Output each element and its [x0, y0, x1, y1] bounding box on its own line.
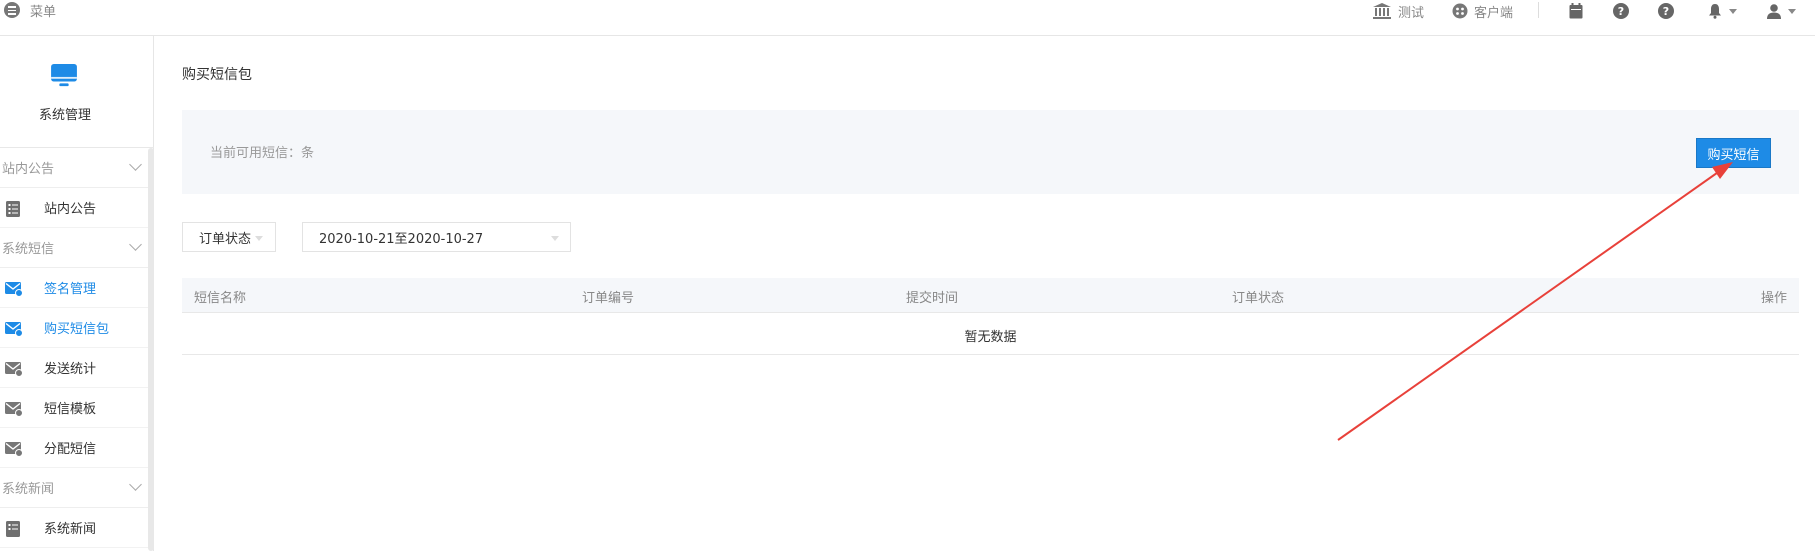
table-header: 短信名称 订单编号 提交时间 订单状态 操作 — [182, 278, 1799, 313]
client-link-label: 客户端 — [1474, 5, 1514, 21]
chevron-down-icon — [129, 158, 142, 171]
help-icon: ? — [1658, 3, 1674, 19]
sidebar-item-buy-sms[interactable]: 购买短信包 — [0, 308, 148, 348]
topbar-divider — [1538, 2, 1539, 18]
user-icon — [1767, 4, 1781, 19]
mail-icon — [5, 402, 23, 417]
column-header: 订单状态 — [1232, 291, 1285, 306]
column-header: 短信名称 — [194, 291, 247, 306]
column-header: 提交时间 — [906, 291, 959, 306]
balance-panel: 当前可用短信：条 购买短信 — [182, 110, 1799, 194]
mail-icon — [5, 282, 23, 297]
page-title: 购买短信包 — [182, 67, 252, 83]
top-bar: 菜单 测试 客户端 ? ? — [0, 0, 1815, 36]
help-button-2[interactable]: ? — [1658, 0, 1674, 22]
sidebar-item-label: 站内公告 — [44, 202, 97, 217]
sidebar-item-label: 签名管理 — [44, 282, 97, 297]
group-title: 系统新闻 — [2, 482, 55, 497]
date-range-picker[interactable]: 2020-10-21至2020-10-27 — [302, 222, 571, 252]
chevron-down-icon — [1729, 8, 1737, 14]
chevron-down-icon — [129, 478, 142, 491]
group-title: 系统短信 — [2, 242, 55, 257]
tenant-test-label: 测试 — [1398, 5, 1425, 21]
help-icon: ? — [1613, 3, 1629, 19]
mail-icon — [5, 362, 23, 377]
calendar-button[interactable] — [1569, 0, 1583, 22]
group-system-news[interactable]: 系统新闻 — [0, 468, 148, 508]
available-sms-text: 当前可用短信：条 — [210, 146, 315, 161]
sidebar-item-label: 系统新闻 — [44, 522, 97, 537]
client-icon — [1452, 3, 1468, 19]
bell-icon — [1709, 4, 1721, 19]
sidebar-item-send-stats[interactable]: 发送统计 — [0, 348, 148, 388]
tenant-test[interactable]: 测试 — [1372, 0, 1424, 22]
menu-toggle[interactable]: 菜单 — [4, 1, 57, 20]
sidebar-item-label: 短信模板 — [44, 402, 97, 417]
user-menu-button[interactable] — [1766, 0, 1796, 22]
sidebar-item-sms-template[interactable]: 短信模板 — [0, 388, 148, 428]
help-button-1[interactable]: ? — [1613, 0, 1629, 22]
order-status-select[interactable]: 订单状态 — [182, 222, 276, 252]
sidebar-item-allocate-sms[interactable]: 分配短信 — [0, 428, 148, 468]
chevron-down-icon — [1788, 8, 1796, 14]
table-empty-row: 暂无数据 — [182, 313, 1799, 355]
group-system-sms[interactable]: 系统短信 — [0, 228, 148, 268]
chevron-down-icon — [255, 236, 263, 241]
mail-icon — [5, 322, 23, 337]
empty-state-text: 暂无数据 — [964, 330, 1017, 345]
main-content: 购买短信包 当前可用短信：条 购买短信 订单状态 2020-10-21至2020… — [154, 36, 1815, 551]
date-range-value: 2020-10-21至2020-10-27 — [319, 231, 484, 247]
menu-icon — [4, 2, 20, 18]
group-title: 站内公告 — [2, 162, 55, 177]
sidebar-item-label: 发送统计 — [44, 362, 97, 377]
chevron-down-icon — [129, 238, 142, 251]
sidebar-item-label: 购买短信包 — [44, 322, 110, 337]
buy-sms-button[interactable]: 购买短信 — [1696, 138, 1771, 168]
sidebar-item-signature[interactable]: 签名管理 — [0, 268, 148, 308]
monitor-icon — [51, 64, 77, 87]
module-title: 系统管理 — [38, 108, 91, 123]
group-announcements[interactable]: 站内公告 — [0, 148, 148, 188]
sidebar-item-news[interactable]: 系统新闻 — [0, 508, 148, 548]
sidebar-item-announcements[interactable]: 站内公告 — [0, 188, 148, 228]
menu-label: 菜单 — [30, 4, 57, 20]
order-status-label: 订单状态 — [199, 231, 252, 247]
calendar-icon — [1569, 3, 1583, 19]
column-header: 订单编号 — [582, 291, 635, 306]
module-header[interactable]: 系统管理 — [0, 36, 154, 148]
bank-icon — [1373, 3, 1391, 19]
client-link[interactable]: 客户端 — [1452, 0, 1513, 22]
mail-icon — [5, 442, 23, 457]
chevron-down-icon — [551, 236, 559, 241]
document-icon — [6, 201, 20, 217]
notifications-button[interactable] — [1707, 0, 1737, 22]
column-header: 操作 — [1760, 291, 1787, 306]
sidebar: 系统管理 站内公告 站内公告 系统短信 签名管理 购买短信包 发送统计 短信模板… — [0, 36, 154, 551]
document-icon — [6, 521, 20, 537]
orders-table: 短信名称 订单编号 提交时间 订单状态 操作 暂无数据 — [182, 278, 1799, 355]
sidebar-item-label: 分配短信 — [44, 442, 97, 457]
